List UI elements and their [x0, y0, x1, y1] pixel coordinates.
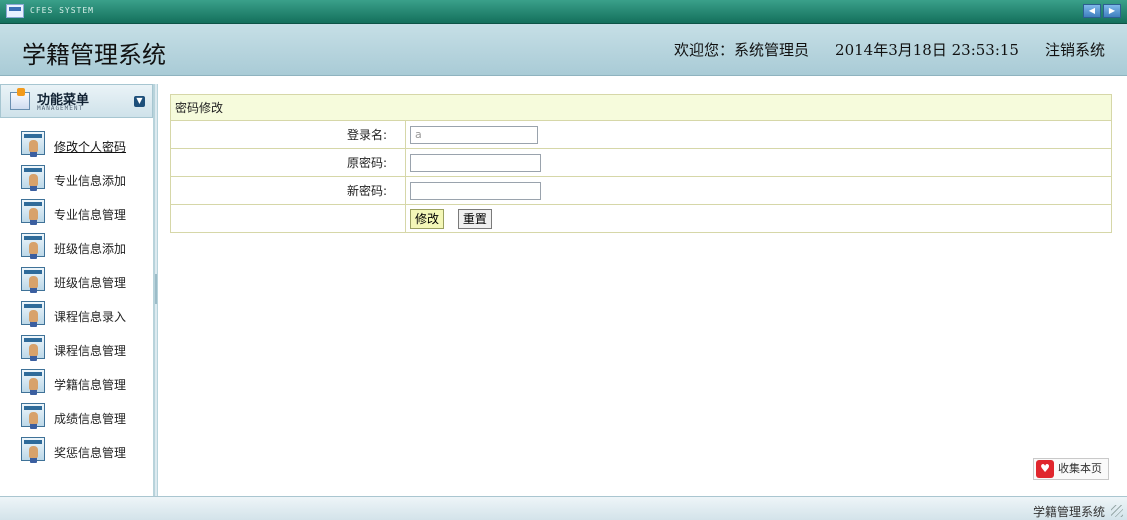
datetime-text: 2014年3月18日 23:53:15: [835, 41, 1019, 59]
system-label: CFES SYSTEM: [30, 6, 94, 15]
user-card-icon: [21, 335, 45, 359]
app-window-icon: [6, 4, 24, 18]
user-card-icon: [21, 437, 45, 461]
sidebar-item-label: 课程信息管理: [54, 344, 127, 358]
reset-button[interactable]: 重置: [457, 208, 492, 229]
user-card-icon: [21, 267, 45, 291]
sidebar-item-class-manage[interactable]: 班级信息管理: [0, 264, 153, 298]
sidebar-item-label: 课程信息录入: [54, 310, 127, 324]
arrow-right-icon[interactable]: ▶: [1103, 4, 1121, 18]
sidebar-item-student-manage[interactable]: 学籍信息管理: [0, 366, 153, 400]
password-form: 密码修改 登录名: 原密码: 新密码: 修改 重置: [170, 94, 1112, 233]
login-name-input[interactable]: [410, 125, 538, 144]
form-caption: 密码修改: [170, 94, 1112, 121]
arrow-left-icon[interactable]: ◀: [1083, 4, 1101, 18]
favorite-button[interactable]: ♥ 收集本页: [1033, 458, 1109, 480]
window-title-bar: CFES SYSTEM ◀ ▶: [0, 0, 1127, 24]
login-name-label: 登录名:: [170, 120, 406, 149]
favorite-label: 收集本页: [1058, 462, 1102, 475]
page-header: 学籍管理系统 欢迎您：系统管理员 2014年3月18日 23:53:15 注销系…: [0, 24, 1127, 76]
page-title: 学籍管理系统: [22, 41, 166, 69]
sidebar-item-label: 班级信息添加: [54, 242, 127, 256]
logout-link[interactable]: 注销系统: [1045, 39, 1105, 60]
sidebar-item-course-manage[interactable]: 课程信息管理: [0, 332, 153, 366]
collapse-icon[interactable]: ▼: [134, 96, 145, 107]
menu-home-icon: [10, 88, 30, 110]
sidebar-item-grade-manage[interactable]: 成绩信息管理: [0, 400, 153, 434]
sidebar-menu: 修改个人密码 专业信息添加 专业信息管理 班级信息添加 班级信息管理 课程信息录…: [0, 118, 153, 468]
sidebar-item-label: 成绩信息管理: [54, 412, 127, 426]
sidebar-subtitle: MANAGEMENT: [37, 105, 84, 112]
sidebar-item-major-add[interactable]: 专业信息添加: [0, 162, 153, 196]
user-card-icon: [21, 403, 45, 427]
user-card-icon: [21, 233, 45, 257]
status-text: 学籍管理系统: [1032, 505, 1105, 519]
sidebar-item-reward-manage[interactable]: 奖惩信息管理: [0, 434, 153, 468]
sidebar-item-label: 班级信息管理: [54, 276, 127, 290]
old-password-input[interactable]: [410, 153, 541, 172]
sidebar-item-course-entry[interactable]: 课程信息录入: [0, 298, 153, 332]
new-password-label: 新密码:: [170, 176, 406, 205]
sidebar-item-change-password[interactable]: 修改个人密码: [0, 128, 153, 162]
main-content: 密码修改 登录名: 原密码: 新密码: 修改 重置: [170, 94, 1112, 233]
old-password-label: 原密码:: [170, 148, 406, 177]
sidebar: 功能菜单 MANAGEMENT ▼ 修改个人密码 专业信息添加 专业信息管理 班…: [0, 84, 154, 496]
sidebar-item-label: 专业信息添加: [54, 174, 127, 188]
submit-button[interactable]: 修改: [410, 208, 445, 229]
user-card-icon: [21, 199, 45, 223]
sidebar-item-label: 专业信息管理: [54, 208, 127, 222]
nav-buttons: ◀ ▶: [1083, 4, 1121, 18]
user-card-icon: [21, 301, 45, 325]
sidebar-item-label: 学籍信息管理: [54, 378, 127, 392]
user-card-icon: [21, 165, 45, 189]
sidebar-item-label: 奖惩信息管理: [54, 446, 127, 460]
sidebar-splitter[interactable]: [154, 84, 158, 496]
sidebar-item-label: 修改个人密码: [54, 140, 127, 154]
user-card-icon: [21, 131, 45, 155]
sidebar-item-major-manage[interactable]: 专业信息管理: [0, 196, 153, 230]
sidebar-item-class-add[interactable]: 班级信息添加: [0, 230, 153, 264]
user-card-icon: [21, 369, 45, 393]
new-password-input[interactable]: [410, 181, 541, 200]
status-bar: 学籍管理系统: [0, 496, 1127, 520]
heart-icon: ♥: [1036, 460, 1054, 478]
resize-grip-icon[interactable]: [1111, 505, 1123, 517]
header-info: 欢迎您：系统管理员 2014年3月18日 23:53:15 注销系统: [674, 39, 1105, 60]
welcome-text: 欢迎您：系统管理员: [674, 41, 810, 59]
sidebar-header: 功能菜单 MANAGEMENT ▼: [0, 84, 153, 118]
